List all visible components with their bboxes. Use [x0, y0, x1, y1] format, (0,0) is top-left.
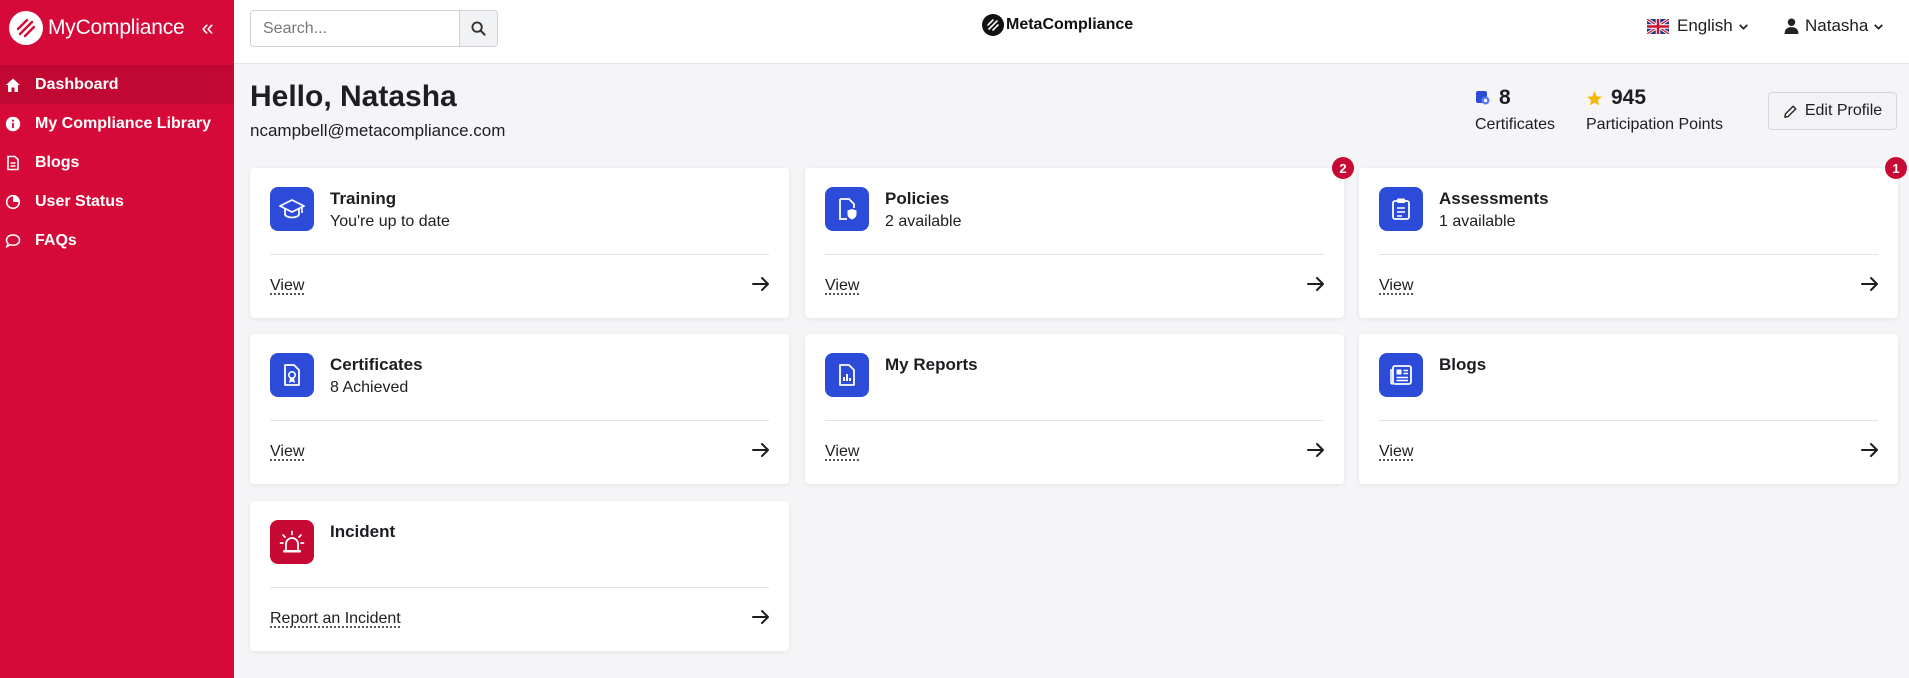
user-menu[interactable]: Natasha	[1784, 16, 1885, 36]
blogs-card: Blogs View	[1359, 334, 1898, 484]
metacompliance-logo: MetaCompliance	[982, 14, 1133, 36]
sidebar-item-dashboard[interactable]: Dashboard	[0, 65, 234, 104]
card-divider	[825, 254, 1324, 255]
card-divider	[270, 587, 769, 588]
search-box	[250, 10, 498, 47]
user-email: ncampbell@metacompliance.com	[250, 121, 506, 140]
chevron-down-icon	[1874, 23, 1884, 30]
report-chart-icon	[825, 353, 869, 397]
incident-card: Incident Report an Incident	[250, 501, 789, 651]
sidebar-item-label: My Compliance Library	[35, 114, 212, 132]
page-title: Hello, Natasha	[250, 80, 457, 113]
card-title: Blogs	[1439, 355, 1487, 374]
card-divider	[270, 420, 769, 421]
alarm-siren-icon	[270, 520, 314, 564]
search-icon	[471, 21, 486, 36]
arrow-right-icon[interactable]	[1306, 274, 1326, 294]
sidebar-item-label: User Status	[35, 192, 124, 210]
user-name: Natasha	[1805, 16, 1869, 35]
certificates-view-link[interactable]: View	[270, 443, 304, 461]
card-title: My Reports	[885, 355, 978, 374]
pie-chart-icon	[3, 192, 23, 212]
assessments-view-link[interactable]: View	[1379, 277, 1413, 295]
star-icon	[1586, 90, 1603, 107]
info-icon	[3, 114, 23, 134]
policies-card: Policies 2 available View	[805, 168, 1344, 318]
collapse-sidebar-icon[interactable]: «	[201, 16, 213, 39]
points-count: 945	[1611, 86, 1647, 109]
search-input[interactable]	[250, 10, 459, 47]
card-subtitle: 1 available	[1439, 213, 1516, 230]
card-title: Policies	[885, 189, 950, 208]
arrow-right-icon[interactable]	[1306, 440, 1326, 460]
certificate-icon	[270, 353, 314, 397]
chevron-down-icon	[1738, 23, 1748, 30]
participation-points-stat: 945 Participation Points	[1586, 86, 1723, 134]
topbar: MetaCompliance English Natasha	[234, 0, 1909, 64]
newspaper-icon	[1379, 353, 1423, 397]
training-card: Training You're up to date View	[250, 168, 789, 318]
sidebar-item-my-compliance-library[interactable]: My Compliance Library	[0, 104, 234, 143]
sidebar-item-label: FAQs	[35, 231, 77, 249]
report-incident-link[interactable]: Report an Incident	[270, 610, 401, 628]
assessments-card: Assessments 1 available View	[1359, 168, 1898, 318]
policies-count-badge: 2	[1332, 157, 1354, 179]
sidebar-nav: Dashboard My Compliance Library Blogs Us…	[0, 65, 234, 260]
sidebar-item-label: Dashboard	[35, 75, 119, 93]
edit-profile-label: Edit Profile	[1804, 102, 1883, 119]
card-divider	[825, 420, 1324, 421]
policy-document-icon	[825, 187, 869, 231]
sidebar-item-label: Blogs	[35, 153, 80, 171]
training-view-link[interactable]: View	[270, 277, 304, 295]
mycompliance-logo-icon[interactable]	[9, 10, 43, 45]
sidebar-item-faqs[interactable]: FAQs	[0, 221, 234, 260]
search-button[interactable]	[459, 10, 498, 47]
home-icon	[3, 75, 23, 95]
edit-profile-button[interactable]: Edit Profile	[1768, 92, 1897, 130]
arrow-right-icon[interactable]	[751, 274, 771, 294]
certificates-stat: 8 Certificates	[1475, 86, 1555, 134]
document-icon	[3, 153, 23, 173]
user-icon	[1784, 18, 1799, 34]
points-label: Participation Points	[1586, 116, 1723, 133]
assessments-count-badge: 1	[1885, 157, 1907, 179]
sidebar: MyCompliance « Dashboard My Compliance L…	[0, 0, 234, 678]
certificates-label: Certificates	[1475, 116, 1556, 133]
certificates-count: 8	[1499, 86, 1511, 109]
metacompliance-mark-icon	[982, 14, 1004, 36]
policies-view-link[interactable]: View	[825, 277, 859, 295]
language-selector[interactable]: English	[1647, 16, 1750, 36]
card-subtitle: You're up to date	[330, 213, 450, 230]
my-reports-card: My Reports View	[805, 334, 1344, 484]
card-subtitle: 2 available	[885, 213, 962, 230]
pencil-icon	[1783, 105, 1797, 118]
clipboard-icon	[1379, 187, 1423, 231]
card-divider	[1379, 420, 1878, 421]
sidebar-item-blogs[interactable]: Blogs	[0, 143, 234, 182]
arrow-right-icon[interactable]	[751, 440, 771, 460]
arrow-right-icon[interactable]	[1860, 274, 1880, 294]
chat-bubble-icon	[3, 231, 23, 251]
uk-flag-icon	[1647, 18, 1669, 34]
card-title: Certificates	[330, 355, 423, 374]
language-label: English	[1677, 16, 1733, 35]
arrow-right-icon[interactable]	[751, 607, 771, 627]
certificate-badge-icon	[1475, 90, 1491, 106]
arrow-right-icon[interactable]	[1860, 440, 1880, 460]
card-divider	[270, 254, 769, 255]
card-divider	[1379, 254, 1878, 255]
card-title: Training	[330, 189, 397, 208]
app-name[interactable]: MyCompliance	[48, 16, 185, 40]
reports-view-link[interactable]: View	[825, 443, 859, 461]
certificates-card: Certificates 8 Achieved View	[250, 334, 789, 484]
blogs-view-link[interactable]: View	[1379, 443, 1413, 461]
sidebar-item-user-status[interactable]: User Status	[0, 182, 234, 221]
brand: MyCompliance «	[0, 0, 234, 55]
card-title: Assessments	[1439, 189, 1549, 208]
card-subtitle: 8 Achieved	[330, 379, 409, 396]
graduation-cap-icon	[270, 187, 314, 231]
center-logo-text: MetaCompliance	[1006, 16, 1134, 33]
card-title: Incident	[330, 522, 396, 541]
